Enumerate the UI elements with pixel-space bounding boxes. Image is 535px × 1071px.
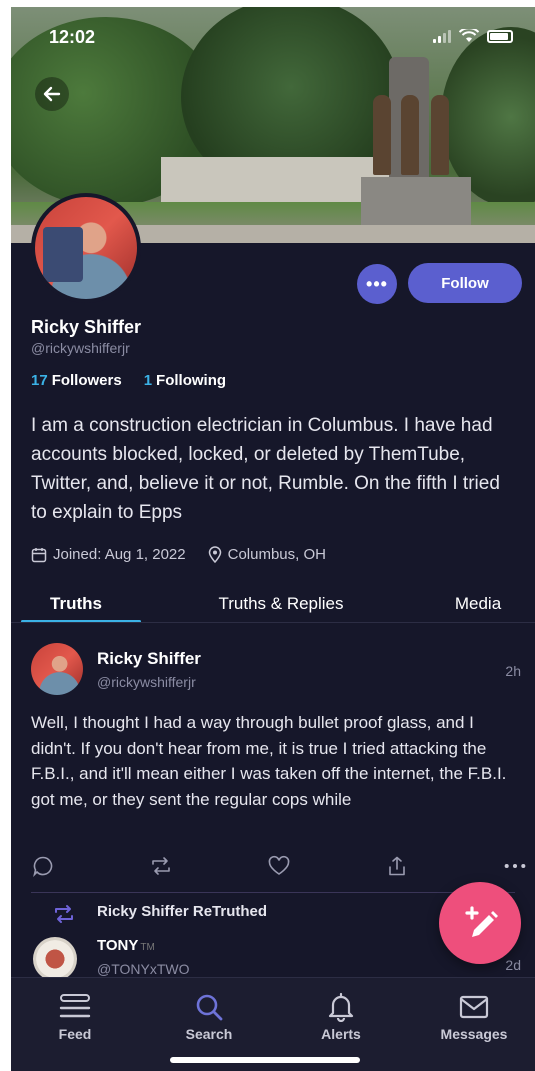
back-button[interactable] (35, 77, 69, 111)
share-icon (389, 856, 405, 876)
profile-display-name: Ricky Shiffer (31, 317, 142, 337)
retruth-timestamp: 2d (505, 957, 521, 973)
trademark-mark: TM (140, 942, 155, 953)
post-avatar[interactable] (31, 643, 83, 695)
wifi-icon (459, 29, 479, 42)
signal-icon (433, 29, 451, 43)
nav-feed-label: Feed (58, 1026, 92, 1042)
nav-messages[interactable]: Messages (424, 992, 524, 1042)
post-author-name[interactable]: Ricky Shiffer (97, 649, 201, 669)
location-pin-icon (208, 546, 221, 563)
profile-bio: I am a construction electrician in Colum… (31, 415, 500, 523)
comment-icon (33, 856, 53, 877)
profile-meta: Joined: Aug 1, 2022 Columbus, OH (31, 546, 326, 563)
profile-tabs: Truths Truths & Replies Media (11, 587, 535, 623)
repost-icon (55, 905, 73, 923)
retruth-author-name-text: TONY (97, 937, 139, 954)
battery-icon (487, 29, 513, 43)
retruth-button[interactable] (149, 854, 173, 878)
more-options-button[interactable]: ••• (357, 264, 397, 304)
heart-icon (268, 855, 290, 875)
profile-handle: @rickywshifferjr (31, 340, 130, 356)
feed-icon (59, 994, 91, 1018)
post-timestamp: 2h (505, 663, 521, 679)
nav-search-label: Search (185, 1026, 233, 1042)
nav-feed[interactable]: Feed (25, 992, 125, 1042)
status-icons (433, 29, 513, 43)
profile-screen: 12:02 ••• Follow Ricky Shiffer @rickywsh… (11, 7, 535, 1071)
joined-text: Joined: Aug 1, 2022 (53, 546, 186, 563)
followers-link[interactable]: 17 Followers (31, 372, 122, 389)
nav-search[interactable]: Search (159, 992, 259, 1042)
envelope-icon (459, 995, 489, 1019)
share-button[interactable] (385, 854, 409, 878)
repost-icon (152, 857, 170, 875)
followers-count: 17 (31, 372, 48, 389)
ellipsis-icon (504, 863, 526, 869)
follow-button[interactable]: Follow (408, 263, 522, 303)
profile-avatar[interactable] (31, 193, 141, 303)
location-text: Columbus, OH (227, 546, 326, 563)
nav-alerts-label: Alerts (321, 1026, 361, 1042)
retruth-author-name[interactable]: TONY TM (97, 937, 155, 954)
nav-alerts[interactable]: Alerts (291, 992, 391, 1042)
followers-label: Followers (51, 372, 122, 389)
reply-button[interactable] (31, 854, 55, 878)
arrow-left-icon (43, 86, 61, 102)
tab-media[interactable]: Media (421, 587, 535, 621)
status-time: 12:02 (49, 27, 96, 47)
follow-stats: 17 Followers 1 Following (31, 372, 226, 389)
following-link[interactable]: 1 Following (144, 372, 226, 389)
divider (11, 622, 535, 623)
tab-truths[interactable]: Truths (11, 587, 141, 623)
post-body: Well, I thought I had a way through bull… (31, 713, 507, 809)
retruth-label: Ricky Shiffer ReTruthed (97, 903, 268, 920)
post-more-button[interactable] (503, 854, 527, 878)
home-indicator[interactable] (170, 1057, 360, 1063)
calendar-icon (31, 547, 47, 562)
post-actions (31, 851, 527, 881)
pencil-plus-icon (465, 906, 498, 937)
post-author-handle: @rickywshifferjr (97, 674, 196, 690)
following-count: 1 (143, 372, 153, 389)
following-label: Following (156, 372, 227, 389)
bell-icon (328, 992, 354, 1022)
retruth-author-avatar[interactable] (33, 937, 77, 981)
location: Columbus, OH (208, 546, 326, 563)
search-icon (196, 994, 223, 1021)
compose-button[interactable] (439, 882, 521, 964)
like-button[interactable] (267, 854, 291, 878)
joined-date: Joined: Aug 1, 2022 (31, 546, 186, 563)
retruth-author-handle: @TONYxTWO (97, 961, 190, 977)
tab-truths-and-replies[interactable]: Truths & Replies (141, 587, 421, 621)
divider (31, 892, 515, 893)
nav-messages-label: Messages (440, 1026, 508, 1042)
